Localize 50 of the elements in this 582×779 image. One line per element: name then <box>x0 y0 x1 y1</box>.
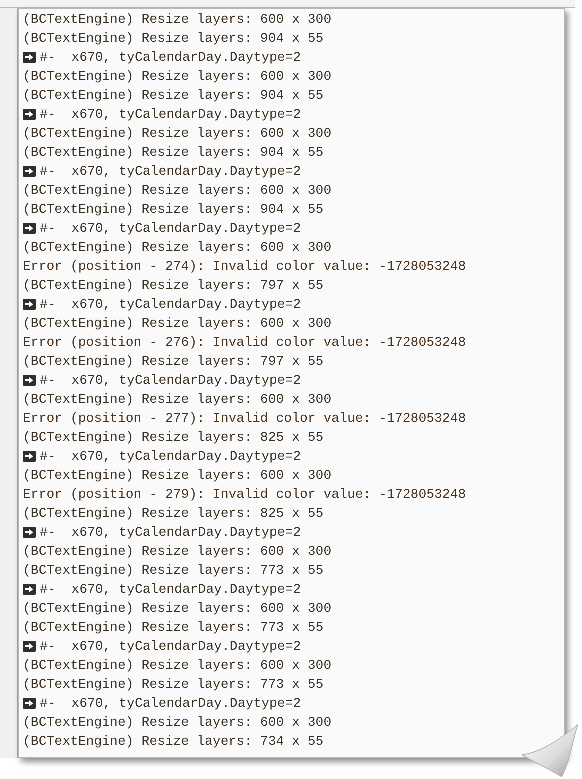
log-message: #- x670, tyCalendarDay.Daytype=2 <box>40 695 302 713</box>
error-message: Error (position - 277): Invalid color value: -1728053248 <box>23 410 466 428</box>
arrow-icon <box>23 166 36 177</box>
log-message: #- x670, tyCalendarDay.Daytype=2 <box>40 524 302 542</box>
log-message: #- x670, tyCalendarDay.Daytype=2 <box>40 638 302 656</box>
log-message: (BCTextEngine) Resize layers: 734 x 55 <box>23 733 324 751</box>
log-message: (BCTextEngine) Resize layers: 600 x 300 <box>23 543 332 561</box>
log-message: #- x670, tyCalendarDay.Daytype=2 <box>40 448 302 466</box>
log-message: (BCTextEngine) Resize layers: 600 x 300 <box>23 600 332 618</box>
log-message: (BCTextEngine) Resize layers: 797 x 55 <box>23 353 324 371</box>
log-message: (BCTextEngine) Resize layers: 904 x 55 <box>23 87 324 105</box>
error-message: Error (position - 276): Invalid color value: -1728053248 <box>23 334 466 352</box>
log-message: (BCTextEngine) Resize layers: 600 x 300 <box>23 657 332 675</box>
log-message: (BCTextEngine) Resize layers: 904 x 55 <box>23 201 324 219</box>
log-message: (BCTextEngine) Resize layers: 825 x 55 <box>23 429 324 447</box>
log-message: (BCTextEngine) Resize layers: 600 x 300 <box>23 68 332 86</box>
log-message: (BCTextEngine) Resize layers: 773 x 55 <box>23 676 324 694</box>
log-message: #- x670, tyCalendarDay.Daytype=2 <box>40 49 302 67</box>
arrow-icon <box>23 109 36 120</box>
arrow-icon <box>23 451 36 462</box>
error-message: Error (position - 279): Invalid color value: -1728053248 <box>23 486 466 504</box>
log-message: (BCTextEngine) Resize layers: 600 x 300 <box>23 11 332 29</box>
arrow-icon <box>23 299 36 310</box>
arrow-icon <box>23 52 36 63</box>
log-message: #- x670, tyCalendarDay.Daytype=2 <box>40 220 302 238</box>
log-message: (BCTextEngine) Resize layers: 600 x 300 <box>23 714 332 732</box>
log-message: #- x670, tyCalendarDay.Daytype=2 <box>40 163 302 181</box>
log-message: (BCTextEngine) Resize layers: 600 x 300 <box>23 315 332 333</box>
arrow-icon <box>23 527 36 538</box>
arrow-icon <box>23 641 36 652</box>
log-message: (BCTextEngine) Resize layers: 773 x 55 <box>23 619 324 637</box>
log-message: (BCTextEngine) Resize layers: 904 x 55 <box>23 30 324 48</box>
arrow-icon <box>23 223 36 234</box>
log-message: (BCTextEngine) Resize layers: 773 x 55 <box>23 562 324 580</box>
arrow-icon <box>23 375 36 386</box>
arrow-icon <box>23 698 36 709</box>
arrow-icon <box>23 584 36 595</box>
log-message: #- x670, tyCalendarDay.Daytype=2 <box>40 581 302 599</box>
log-message: (BCTextEngine) Resize layers: 600 x 300 <box>23 239 332 257</box>
log-message: #- x670, tyCalendarDay.Daytype=2 <box>40 296 302 314</box>
log-message: (BCTextEngine) Resize layers: 600 x 300 <box>23 182 332 200</box>
log-message: (BCTextEngine) Resize layers: 797 x 55 <box>23 277 324 295</box>
log-message: (BCTextEngine) Resize layers: 904 x 55 <box>23 144 324 162</box>
log-message: (BCTextEngine) Resize layers: 600 x 300 <box>23 391 332 409</box>
log-message: (BCTextEngine) Resize layers: 600 x 300 <box>23 467 332 485</box>
log-message: (BCTextEngine) Resize layers: 825 x 55 <box>23 505 324 523</box>
error-message: Error (position - 274): Invalid color value: -1728053248 <box>23 258 466 276</box>
log-message: (BCTextEngine) Resize layers: 600 x 300 <box>23 125 332 143</box>
log-message: #- x670, tyCalendarDay.Daytype=2 <box>40 372 302 390</box>
log-message: #- x670, tyCalendarDay.Daytype=2 <box>40 106 302 124</box>
